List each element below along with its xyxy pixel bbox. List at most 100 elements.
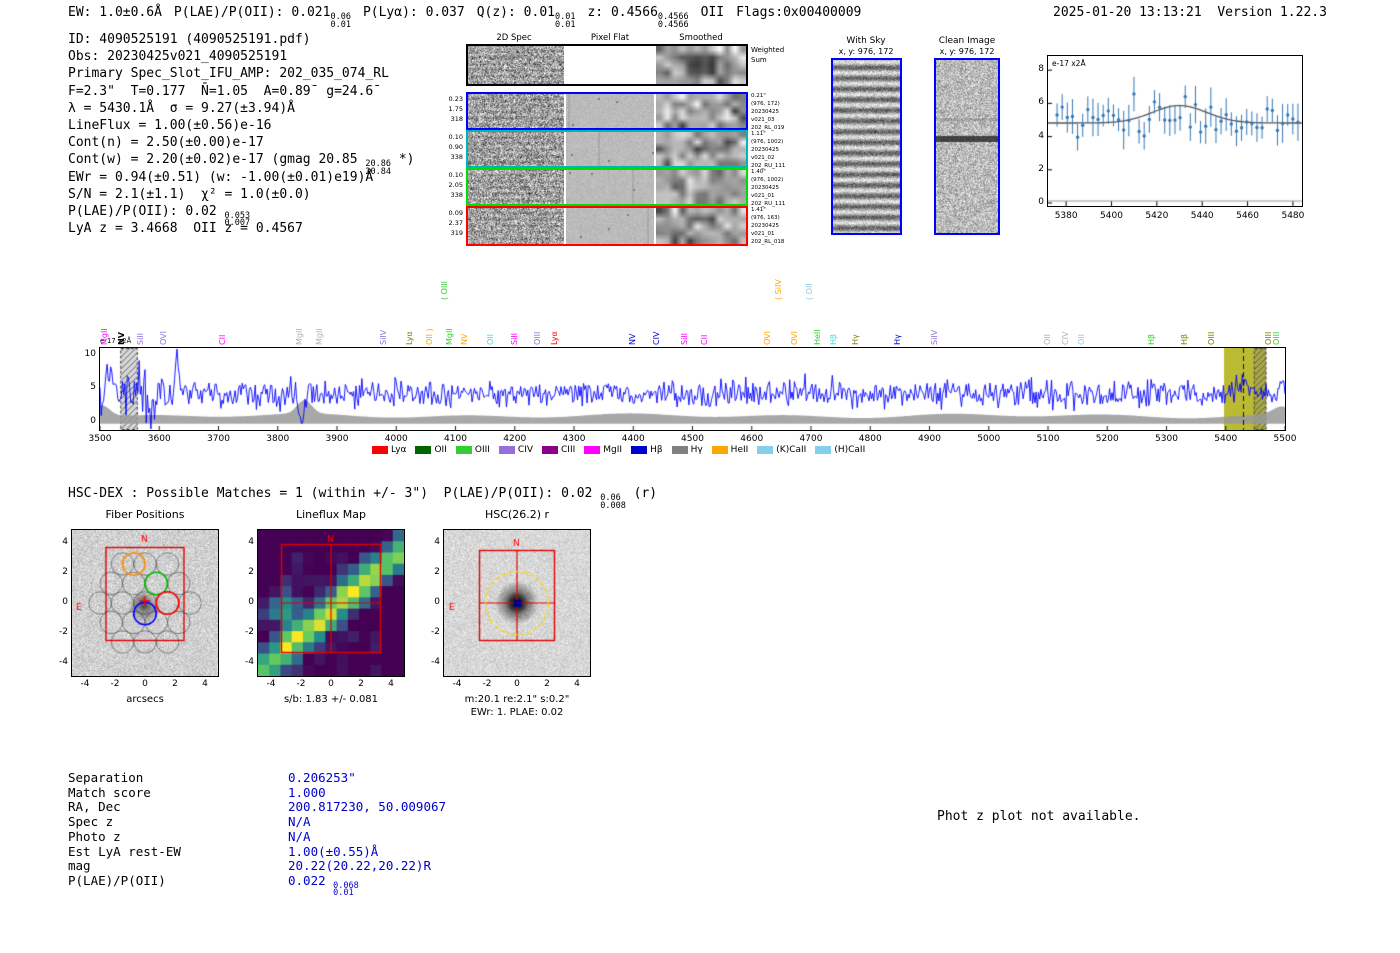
- x-tick-label: 5420: [1145, 211, 1169, 221]
- legend-item: CIV: [498, 445, 533, 455]
- y-tick-label: 0: [248, 597, 254, 607]
- pixel-flat-blank-cell: [566, 46, 654, 84]
- x-tick-label: 5400: [1214, 434, 1238, 444]
- emission-line-label: OVI: [159, 331, 169, 345]
- emission-line-label: OIII: [532, 331, 542, 345]
- x-tick-label: 5440: [1190, 211, 1214, 221]
- x-tick-label: 0: [142, 679, 148, 689]
- x-tick-label: 4500: [681, 434, 704, 444]
- header-metric: P(Lyα): 0.037: [362, 5, 465, 20]
- x-tick-label: 2: [544, 679, 550, 689]
- summary-line: Obs: 20230425v021_4090525191: [68, 49, 288, 65]
- legend-swatch: [631, 446, 648, 454]
- hsc-dex-match-line: HSC-DEX : Possible Matches = 1 (within +…: [68, 485, 657, 510]
- x-tick-label: 5300: [1155, 434, 1178, 444]
- clean-image-title: Clean Image: [938, 36, 996, 46]
- y-tick-label: 0: [434, 597, 440, 607]
- spec2d-row-annotation: 1.40" (976, 1002) 20230425 v021_01 202_RU_11…: [751, 169, 786, 207]
- lower-value: 0.01: [330, 19, 351, 30]
- emission-line-label: CIV: [652, 331, 662, 345]
- full-spectrum-plot: [100, 348, 1285, 430]
- legend-item: OIII: [455, 445, 490, 455]
- emission-line-label: Lyα: [550, 331, 560, 345]
- x-tick-label: 3700: [207, 434, 230, 444]
- spec2d-row-scale-labels: 0.10 2.05 338: [448, 171, 463, 199]
- header-metric: Q(z): 0.01 0.01 0.01: [476, 5, 576, 30]
- summary-line: LineFlux = 1.00(±0.56)e-16: [68, 117, 272, 133]
- match-table-row: mag 20.22(20.22,20.22)R: [68, 859, 446, 874]
- spec2d-cell-image: [566, 170, 654, 204]
- summary-line: λ = 5430.1Å σ = 9.27(±3.94)Å: [68, 100, 295, 116]
- legend-label: (K)CaII: [776, 445, 807, 455]
- match-table-row: P(LAE)/P(OII) 0.022 0.068 0.01: [68, 873, 446, 899]
- legend-label: Lyα: [391, 445, 407, 455]
- lower-value: 0.01: [333, 888, 354, 899]
- legend-item: Hβ: [631, 445, 663, 455]
- emission-line-label: CII: [217, 334, 227, 345]
- x-tick-label: 0: [328, 679, 334, 689]
- emission-line-label: MgII: [100, 328, 110, 345]
- legend-item: HeII: [711, 445, 748, 455]
- hsc-caption-1: m:20.1 re:2.1" s:0.2": [464, 694, 570, 705]
- y-tick-label: 0: [62, 597, 68, 607]
- match-field-value: N/A: [288, 828, 311, 844]
- legend-label: Hβ: [650, 445, 663, 455]
- emission-line-label: ( OII: [805, 283, 815, 300]
- spec2d-cell-image: [656, 46, 746, 84]
- y-tick-label: -2: [245, 627, 254, 637]
- match-field-label: Photo z: [68, 828, 121, 844]
- match-field-value: 200.817230, 50.009067: [288, 799, 447, 815]
- x-tick-label: 3900: [325, 434, 349, 444]
- hsc-thumbnail-image: [444, 530, 590, 676]
- summary-line: S/N = 2.1(±1.1) χ² = 1.0(±0.0): [68, 186, 311, 202]
- x-tick-label: 4600: [740, 434, 764, 444]
- with-sky-panel: [831, 58, 902, 235]
- spec2d-cell-image: [656, 94, 746, 128]
- clean-image-coords: x, y: 976, 172: [939, 47, 995, 56]
- spec2d-cell-image: [566, 94, 654, 128]
- header-metric: P(LAE)/P(OII): 0.021 0.06 0.01: [173, 5, 351, 30]
- emission-line-label: Hγ: [851, 334, 861, 345]
- legend-swatch: [671, 446, 688, 454]
- hsc-dex-text: HSC-DEX : Possible Matches = 1 (within +…: [68, 486, 658, 511]
- y-tick-label: -4: [245, 657, 254, 667]
- x-tick-label: -2: [110, 679, 120, 689]
- match-field-value: 1.00(±0.55)Å: [288, 843, 379, 859]
- x-tick-label: -4: [452, 679, 462, 689]
- summary-line: Cont(n) = 2.50(±0.00)e-17: [68, 135, 264, 151]
- spec2d-row-annotation: 0.21" (976, 172) 20230425 v021_03 202_RL_019: [751, 93, 785, 131]
- y-tick-label: 10: [84, 348, 96, 359]
- spec2d-row: [466, 206, 748, 246]
- match-table-row: Match score 1.000: [68, 784, 446, 801]
- x-tick-label: 3600: [147, 434, 171, 444]
- spec2d-cell-image: [468, 46, 564, 84]
- spec2d-row: [466, 92, 748, 130]
- legend-swatch: [498, 446, 515, 454]
- emission-line-label: Hβ: [828, 333, 838, 345]
- x-tick-label: 3800: [266, 434, 290, 444]
- x-tick-label: 4400: [621, 434, 645, 444]
- emission-line-label: ( OIII: [440, 280, 450, 300]
- emission-line-label: OII: [1076, 333, 1086, 345]
- spec2d-cell-image: [468, 94, 564, 128]
- emission-line-label: OII: [1042, 333, 1052, 345]
- emission-line-label: MgII: [294, 328, 304, 345]
- spec2d-cell-image: [566, 208, 654, 244]
- x-tick-label: -2: [482, 679, 492, 689]
- match-field-value: N/A: [288, 814, 311, 830]
- x-tick-label: 2: [358, 679, 364, 689]
- hsc-caption-2: EWr: 1. PLAE: 0.02: [470, 707, 564, 718]
- x-tick-label: 5000: [977, 434, 1001, 444]
- match-field-value: 1.000: [288, 784, 326, 800]
- legend-label: (H)CaII: [834, 445, 866, 455]
- y-tick-label: 8: [1038, 64, 1044, 75]
- y-tick-label: 6: [1038, 97, 1044, 108]
- stacked-uncertainty: 0.06 0.008: [600, 494, 626, 511]
- hsc-thumbnail-title: HSC(26.2) r: [484, 508, 550, 521]
- emission-line-label: OII: [486, 333, 496, 345]
- spec2d-row-scale-labels: 0.10 0.90 338: [448, 133, 463, 161]
- match-field-label: Est LyA rest-EW: [68, 843, 181, 859]
- lower-value: 0.008: [600, 500, 626, 511]
- inset-units-annotation: e-17 x2Å: [1052, 59, 1086, 68]
- y-tick-label: -4: [431, 657, 440, 667]
